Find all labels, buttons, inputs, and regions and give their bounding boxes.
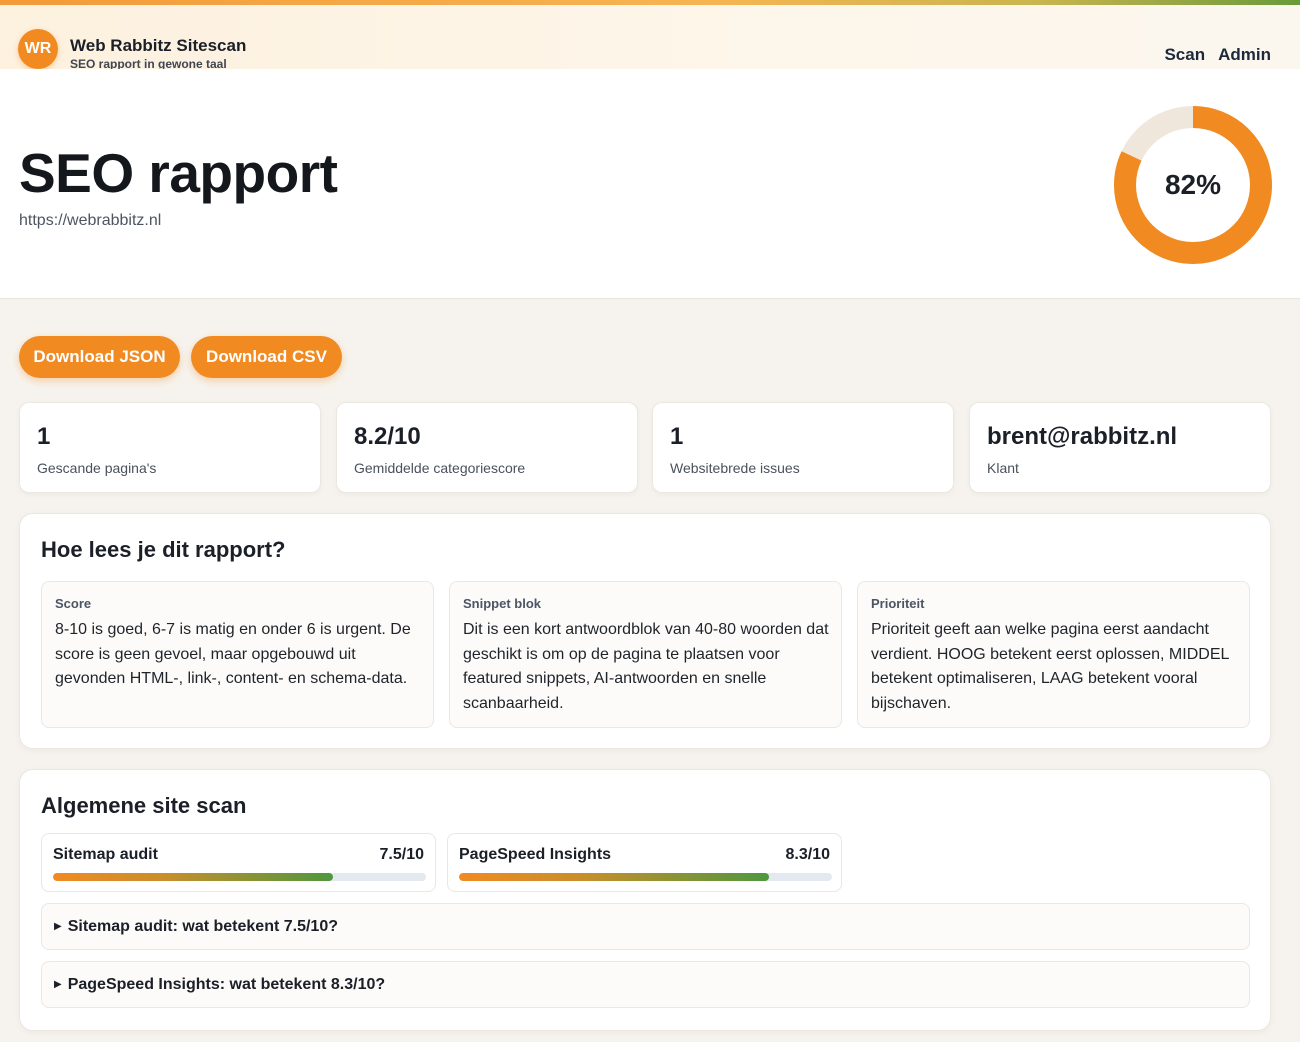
overall-score-donut: 82% xyxy=(1112,104,1274,266)
stat-value: brent@rabbitz.nl xyxy=(987,423,1178,450)
details-summary-text: Sitemap audit: wat betekent 7.5/10? xyxy=(67,918,338,935)
stat-value: 1 xyxy=(670,423,684,450)
guide-card-snippet: Snippet blok Dit is een kort antwoordblo… xyxy=(449,581,842,728)
download-json-button[interactable]: Download JSON xyxy=(19,336,180,378)
metric-progress-track xyxy=(53,873,426,881)
stat-card-average-score: 8.2/10 Gemiddelde categoriescore xyxy=(336,402,638,493)
report-guide-panel: Hoe lees je dit rapport? Score 8-10 is g… xyxy=(19,513,1271,749)
site-scan-panel: Algemene site scan Sitemap audit 7.5/10 … xyxy=(19,769,1271,1031)
disclosure-triangle-icon: ▶ xyxy=(54,979,62,990)
stat-label: Websitebrede issues xyxy=(670,460,800,476)
metric-name: Sitemap audit xyxy=(53,846,158,863)
guide-card-text: 8-10 is goed, 6-7 is matig en onder 6 is… xyxy=(55,621,411,687)
guide-card-text: Dit is een kort antwoordblok van 40-80 w… xyxy=(463,621,829,712)
metric-progress-fill xyxy=(459,873,769,881)
metric-score: 7.5/10 xyxy=(379,846,424,863)
metric-pagespeed-insights: PageSpeed Insights 8.3/10 xyxy=(447,833,842,892)
guide-title: Hoe lees je dit rapport? xyxy=(41,537,286,562)
disclosure-triangle-icon: ▶ xyxy=(54,921,62,932)
stat-value: 8.2/10 xyxy=(354,423,421,450)
stat-label: Klant xyxy=(987,460,1019,476)
details-summary-text: PageSpeed Insights: wat betekent 8.3/10? xyxy=(67,976,386,993)
stat-card-client: brent@rabbitz.nl Klant xyxy=(969,402,1271,493)
site-scan-title: Algemene site scan xyxy=(41,793,247,818)
metric-name: PageSpeed Insights xyxy=(459,846,612,863)
stat-card-site-issues: 1 Websitebrede issues xyxy=(652,402,954,493)
details-sitemap-audit[interactable]: ▶ Sitemap audit: wat betekent 7.5/10? xyxy=(41,903,1250,950)
metric-score: 8.3/10 xyxy=(785,846,830,863)
stat-label: Gescande pagina's xyxy=(37,460,157,476)
logo-badge[interactable]: WR xyxy=(18,29,58,69)
guide-card-title: Score xyxy=(55,596,92,611)
stat-value: 1 xyxy=(37,423,51,450)
guide-card-priority: Prioriteit Prioriteit geeft aan welke pa… xyxy=(857,581,1250,728)
details-summary-sitemap[interactable]: ▶ Sitemap audit: wat betekent 7.5/10? xyxy=(54,918,338,936)
report-hero: SEO rapport https://webrabbitz.nl 82% xyxy=(0,69,1300,299)
top-nav: Scan Admin xyxy=(1164,45,1271,65)
metric-progress-fill xyxy=(53,873,333,881)
guide-card-title: Prioriteit xyxy=(871,596,925,611)
app-header: WR Web Rabbitz Sitescan SEO rapport in g… xyxy=(0,5,1300,71)
brand-title[interactable]: Web Rabbitz Sitescan xyxy=(70,36,246,56)
nav-link-scan[interactable]: Scan xyxy=(1164,45,1205,65)
site-url: https://webrabbitz.nl xyxy=(19,212,162,229)
details-pagespeed-insights[interactable]: ▶ PageSpeed Insights: wat betekent 8.3/10… xyxy=(41,961,1250,1008)
metric-sitemap-audit: Sitemap audit 7.5/10 xyxy=(41,833,436,892)
stat-card-pages: 1 Gescande pagina's xyxy=(19,402,321,493)
download-csv-button[interactable]: Download CSV xyxy=(191,336,342,378)
metric-progress-track xyxy=(459,873,832,881)
stat-label: Gemiddelde categoriescore xyxy=(354,460,526,476)
page-title: SEO rapport xyxy=(19,142,338,204)
guide-card-score: Score 8-10 is goed, 6-7 is matig en onde… xyxy=(41,581,434,728)
guide-card-title: Snippet blok xyxy=(463,596,541,611)
guide-card-text: Prioriteit geeft aan welke pagina eerst … xyxy=(871,621,1229,712)
details-summary-pagespeed[interactable]: ▶ PageSpeed Insights: wat betekent 8.3/10… xyxy=(54,976,385,994)
score-percentage: 82% xyxy=(1164,169,1222,200)
nav-link-admin[interactable]: Admin xyxy=(1218,45,1271,65)
